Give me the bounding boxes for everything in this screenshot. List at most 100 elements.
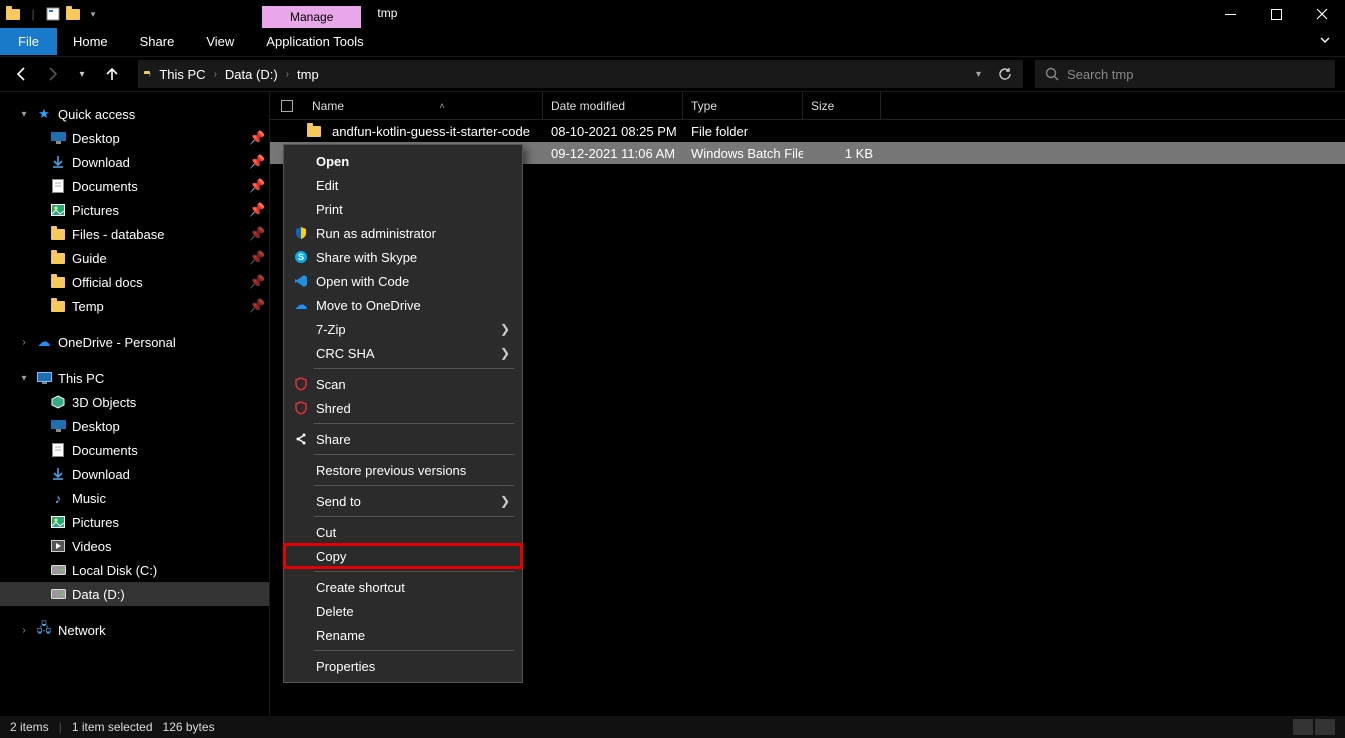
- sidebar-item-label: Network: [54, 623, 269, 638]
- new-folder-icon[interactable]: [64, 5, 82, 23]
- sidebar-item-documents[interactable]: Documents: [0, 438, 269, 462]
- breadcrumb-sep[interactable]: ›: [214, 69, 217, 80]
- sidebar-item-download[interactable]: Download📌: [0, 150, 269, 174]
- monitor-icon: [34, 372, 54, 385]
- chevron-right-icon[interactable]: ›: [14, 625, 34, 636]
- menu-item-7-zip[interactable]: 7-Zip ❯: [284, 317, 522, 341]
- sidebar-this-pc[interactable]: ▾ This PC: [0, 366, 269, 390]
- share-tab[interactable]: Share: [124, 28, 191, 55]
- column-type[interactable]: Type: [683, 92, 803, 119]
- menu-item-share[interactable]: Share: [284, 427, 522, 451]
- menu-item-create-shortcut[interactable]: Create shortcut: [284, 575, 522, 599]
- file-date: 09-12-2021 11:06 AM: [543, 146, 683, 161]
- sidebar-item-data-d-[interactable]: Data (D:): [0, 582, 269, 606]
- back-button[interactable]: [10, 62, 34, 86]
- menu-item-label: Scan: [312, 377, 510, 392]
- manage-tab-header[interactable]: Manage: [262, 6, 361, 28]
- chevron-right-icon[interactable]: ›: [14, 337, 34, 348]
- sidebar-item-3d-objects[interactable]: 3D Objects: [0, 390, 269, 414]
- breadcrumb-data-d[interactable]: Data (D:): [221, 65, 282, 84]
- menu-item-shred[interactable]: Shred: [284, 396, 522, 420]
- chevron-down-icon[interactable]: ▾: [14, 373, 34, 384]
- breadcrumb-sep[interactable]: ›: [286, 69, 289, 80]
- pin-icon: 📌: [249, 274, 269, 290]
- refresh-button[interactable]: [993, 62, 1017, 86]
- menu-item-restore-previous-versions[interactable]: Restore previous versions: [284, 458, 522, 482]
- properties-icon[interactable]: [44, 5, 62, 23]
- menu-item-share-with-skype[interactable]: S Share with Skype: [284, 245, 522, 269]
- chevron-right-icon: ❯: [500, 494, 510, 508]
- up-button[interactable]: [100, 62, 124, 86]
- explorer-body: ▾ ★ Quick access Desktop📌Download📌Docume…: [0, 92, 1345, 716]
- menu-item-copy[interactable]: Copy: [284, 544, 522, 568]
- menu-item-rename[interactable]: Rename: [284, 623, 522, 647]
- chevron-down-icon[interactable]: ▾: [14, 109, 34, 120]
- application-tools-tab[interactable]: Application Tools: [250, 28, 379, 55]
- file-tab[interactable]: File: [0, 28, 57, 55]
- breadcrumb-this-pc[interactable]: This PC: [155, 65, 209, 84]
- file-icon: [304, 126, 324, 137]
- column-headers: Name ˄ Date modified Type Size: [270, 92, 1345, 120]
- breadcrumb-tmp[interactable]: tmp: [293, 65, 323, 84]
- address-dropdown-icon[interactable]: ▾: [976, 69, 981, 80]
- item-icon: [48, 155, 68, 169]
- details-view-button[interactable]: [1293, 719, 1313, 735]
- menu-item-scan[interactable]: Scan: [284, 372, 522, 396]
- close-button[interactable]: [1299, 0, 1345, 28]
- thumbnails-view-button[interactable]: [1315, 719, 1335, 735]
- item-icon: [48, 204, 68, 216]
- shield-red-icon: [290, 401, 312, 415]
- sidebar-item-label: Local Disk (C:): [68, 563, 269, 578]
- sidebar-item-official-docs[interactable]: Official docs📌: [0, 270, 269, 294]
- view-tab[interactable]: View: [190, 28, 250, 55]
- file-row[interactable]: andfun-kotlin-guess-it-starter-code 08-1…: [270, 120, 1345, 142]
- address-bar[interactable]: › This PC › Data (D:) › tmp ▾: [138, 60, 1023, 88]
- menu-item-send-to[interactable]: Send to ❯: [284, 489, 522, 513]
- menu-item-delete[interactable]: Delete: [284, 599, 522, 623]
- cloud-icon: ☁: [34, 334, 54, 350]
- sidebar-item-music[interactable]: ♪Music: [0, 486, 269, 510]
- menu-item-crc-sha[interactable]: CRC SHA ❯: [284, 341, 522, 365]
- qat-dropdown-icon[interactable]: ▾: [84, 5, 102, 23]
- sort-asc-icon: ˄: [439, 101, 444, 111]
- sidebar-item-desktop[interactable]: Desktop: [0, 414, 269, 438]
- sidebar-network[interactable]: › 🖧 Network: [0, 618, 269, 642]
- expand-ribbon-icon[interactable]: [1305, 28, 1345, 55]
- menu-item-print[interactable]: Print: [284, 197, 522, 221]
- search-icon: [1045, 67, 1059, 81]
- search-box[interactable]: Search tmp: [1035, 60, 1335, 88]
- menu-item-run-as-administrator[interactable]: Run as administrator: [284, 221, 522, 245]
- sidebar-item-guide[interactable]: Guide📌: [0, 246, 269, 270]
- menu-item-edit[interactable]: Edit: [284, 173, 522, 197]
- minimize-button[interactable]: [1207, 0, 1253, 28]
- menu-item-properties[interactable]: Properties: [284, 654, 522, 678]
- recent-locations-button[interactable]: ▾: [70, 62, 94, 86]
- menu-item-move-to-onedrive[interactable]: ☁ Move to OneDrive: [284, 293, 522, 317]
- sidebar-onedrive[interactable]: › ☁ OneDrive - Personal: [0, 330, 269, 354]
- sidebar-item-local-disk-c-[interactable]: Local Disk (C:): [0, 558, 269, 582]
- sidebar-item-download[interactable]: Download: [0, 462, 269, 486]
- sidebar-quick-access[interactable]: ▾ ★ Quick access: [0, 102, 269, 126]
- sidebar-item-pictures[interactable]: Pictures: [0, 510, 269, 534]
- home-tab[interactable]: Home: [57, 28, 124, 55]
- menu-item-label: Print: [312, 202, 510, 217]
- sidebar-item-documents[interactable]: Documents📌: [0, 174, 269, 198]
- item-icon: [48, 395, 68, 409]
- select-all-checkbox[interactable]: [270, 100, 304, 112]
- column-date-modified[interactable]: Date modified: [543, 92, 683, 119]
- sidebar-item-files-database[interactable]: Files - database📌: [0, 222, 269, 246]
- column-name[interactable]: Name ˄: [304, 92, 543, 119]
- sidebar-item-pictures[interactable]: Pictures📌: [0, 198, 269, 222]
- forward-button[interactable]: [40, 62, 64, 86]
- item-icon: ♪: [48, 491, 68, 506]
- sidebar-item-label: Guide: [68, 251, 249, 266]
- sidebar-item-desktop[interactable]: Desktop📌: [0, 126, 269, 150]
- sidebar-item-videos[interactable]: Videos: [0, 534, 269, 558]
- column-size[interactable]: Size: [803, 92, 881, 119]
- sidebar-item-temp[interactable]: Temp📌: [0, 294, 269, 318]
- menu-item-open[interactable]: Open: [284, 149, 522, 173]
- menu-item-open-with-code[interactable]: Open with Code: [284, 269, 522, 293]
- pin-icon: 📌: [249, 130, 269, 146]
- menu-item-cut[interactable]: Cut: [284, 520, 522, 544]
- maximize-button[interactable]: [1253, 0, 1299, 28]
